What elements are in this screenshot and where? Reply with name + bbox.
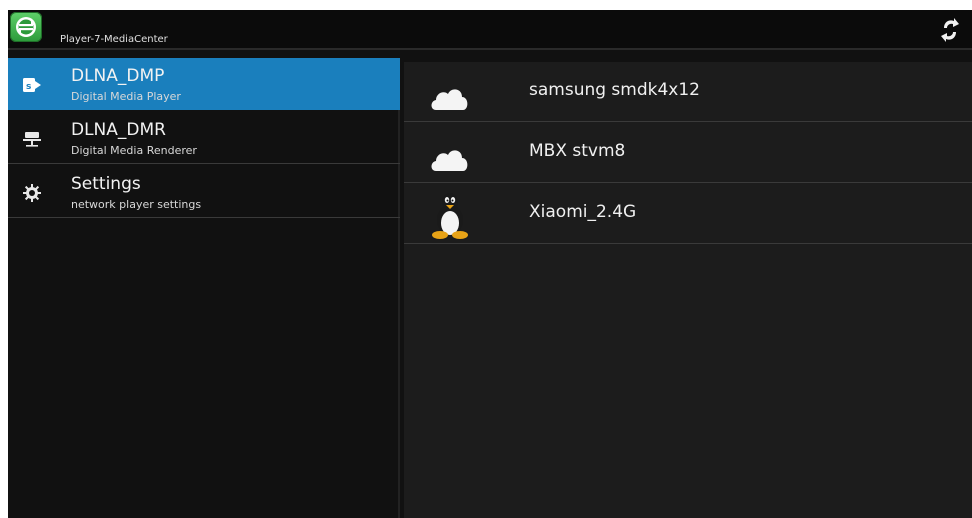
device-row[interactable]: samsung smdk4x12 bbox=[404, 62, 972, 122]
menu-item-title: DLNA_DMR bbox=[71, 120, 166, 140]
menu-item-dlna-dmr[interactable]: DLNA_DMR Digital Media Renderer bbox=[8, 112, 400, 164]
device-name: Xiaomi_2.4G bbox=[529, 202, 637, 222]
refresh-button[interactable] bbox=[940, 16, 960, 44]
linux-penguin-icon bbox=[428, 190, 472, 239]
menu-item-settings[interactable]: Settings network player settings bbox=[8, 166, 400, 218]
menu-item-subtitle: Digital Media Renderer bbox=[71, 144, 197, 157]
device-name: samsung smdk4x12 bbox=[529, 80, 700, 100]
gear-icon bbox=[22, 183, 42, 203]
svg-text:s: s bbox=[26, 82, 31, 92]
device-name: MBX stvm8 bbox=[529, 141, 626, 161]
cloud-icon bbox=[428, 76, 472, 120]
menu-item-dlna-dmp[interactable]: s DLNA_DMP Digital Media Player bbox=[8, 58, 400, 110]
menu-item-title: DLNA_DMP bbox=[71, 66, 165, 86]
divider bbox=[8, 163, 400, 164]
device-list: samsung smdk4x12 MBX stvm8 Xiaomi_2.4G bbox=[404, 62, 972, 518]
refresh-icon bbox=[941, 18, 959, 42]
renderer-icon bbox=[22, 129, 42, 149]
divider bbox=[8, 217, 400, 218]
app-screen: Player-7-MediaCenter s DLNA_DMP Digital … bbox=[8, 10, 972, 518]
cloud-icon bbox=[428, 137, 472, 181]
menu-item-title: Settings bbox=[71, 174, 141, 194]
app-logo-icon bbox=[10, 12, 42, 42]
device-row[interactable]: Xiaomi_2.4G bbox=[404, 184, 972, 244]
menu-pane: s DLNA_DMP Digital Media Player DLNA_DMR… bbox=[8, 58, 400, 518]
dmp-icon: s bbox=[22, 75, 42, 95]
device-row[interactable]: MBX stvm8 bbox=[404, 123, 972, 183]
app-title: Player-7-MediaCenter bbox=[60, 34, 168, 45]
menu-item-subtitle: network player settings bbox=[71, 198, 202, 211]
action-bar: Player-7-MediaCenter bbox=[8, 10, 972, 50]
menu-item-subtitle: Digital Media Player bbox=[71, 90, 181, 103]
